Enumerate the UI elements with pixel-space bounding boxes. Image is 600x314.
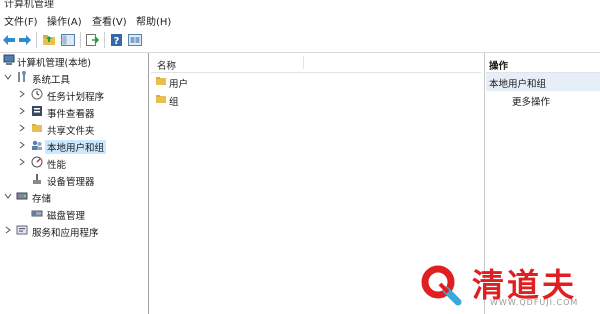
system-tools-icon [16,71,28,83]
tree-label: 设备管理器 [47,177,95,188]
export-list-icon[interactable] [85,33,99,47]
forward-icon[interactable] [18,33,32,47]
column-divider[interactable] [303,56,304,69]
chevron-right-icon[interactable] [18,107,26,115]
menu-view[interactable]: 查看(V) [92,13,127,28]
tree-label: 计算机管理(本地) [17,58,91,69]
column-header[interactable]: 名称 [151,53,481,73]
folder-icon [155,75,167,87]
performance-icon [31,156,43,168]
watermark: 清道夫 WWW.QDFUJI.COM [412,254,600,314]
list-item-label: 用户 [169,79,189,90]
actions-group-local-users[interactable]: 本地用户和组 [486,73,600,91]
list-item-label: 组 [169,97,179,108]
tree-label: 本地用户和组 [45,140,107,154]
event-viewer-icon [31,105,43,117]
show-hide-tree-icon[interactable] [61,33,75,47]
title-bar: 计算机管理 [0,0,600,9]
tree-label: 任务计划程序 [47,92,105,103]
chevron-right-icon[interactable] [18,158,26,166]
pane-splitter[interactable] [148,53,149,314]
more-actions-link[interactable]: 更多操作 [512,94,550,108]
column-header-name[interactable]: 名称 [157,58,176,72]
window-title: 计算机管理 [4,0,54,9]
chevron-right-icon[interactable] [18,90,26,98]
help-icon[interactable]: ? [110,33,124,47]
shared-folder-icon [31,122,43,134]
toolbar-separator [104,32,105,48]
chevron-right-icon[interactable] [18,141,26,149]
toolbar: ? [0,28,600,53]
chevron-right-icon[interactable] [4,226,12,234]
users-icon [31,139,43,151]
actions-group-label: 本地用户和组 [489,79,547,90]
toolbar-separator [80,32,81,48]
tree-label: 服务和应用程序 [32,228,99,239]
actions-header: 操作 [486,53,600,73]
menu-action[interactable]: 操作(A) [47,13,82,28]
console-tree: 计算机管理(本地) 系统工具 任务计划程序 事件查看器 共享文件夹 本地用户和组… [0,53,147,314]
tree-label: 磁盘管理 [47,211,86,222]
chevron-down-icon[interactable] [4,192,12,200]
device-manager-icon [31,173,43,185]
tree-label: 系统工具 [32,75,71,86]
actions-title: 操作 [489,61,509,72]
menu-file[interactable]: 文件(F) [4,13,38,28]
back-icon[interactable] [2,33,16,47]
menu-bar: 文件(F) 操作(A) 查看(V) 帮助(H) [0,9,600,28]
toolbar-separator [36,32,37,48]
services-icon [16,224,28,236]
properties-icon[interactable] [128,33,142,47]
computer-management-icon [3,54,15,66]
storage-icon [16,190,28,202]
up-folder-icon[interactable] [42,33,56,47]
tree-label: 事件查看器 [47,109,95,120]
disk-management-icon [31,207,43,219]
chevron-down-icon[interactable] [4,73,12,81]
tree-label: 性能 [47,160,67,171]
menu-help[interactable]: 帮助(H) [136,13,171,28]
chevron-right-icon[interactable] [18,124,26,132]
watermark-url: WWW.QDFUJI.COM [490,298,579,307]
svg-text:?: ? [114,36,120,47]
search-logo-icon [418,262,464,306]
clock-icon [31,88,43,100]
tree-label: 共享文件夹 [47,126,95,137]
tree-label: 存储 [32,194,52,205]
folder-icon [155,93,167,105]
